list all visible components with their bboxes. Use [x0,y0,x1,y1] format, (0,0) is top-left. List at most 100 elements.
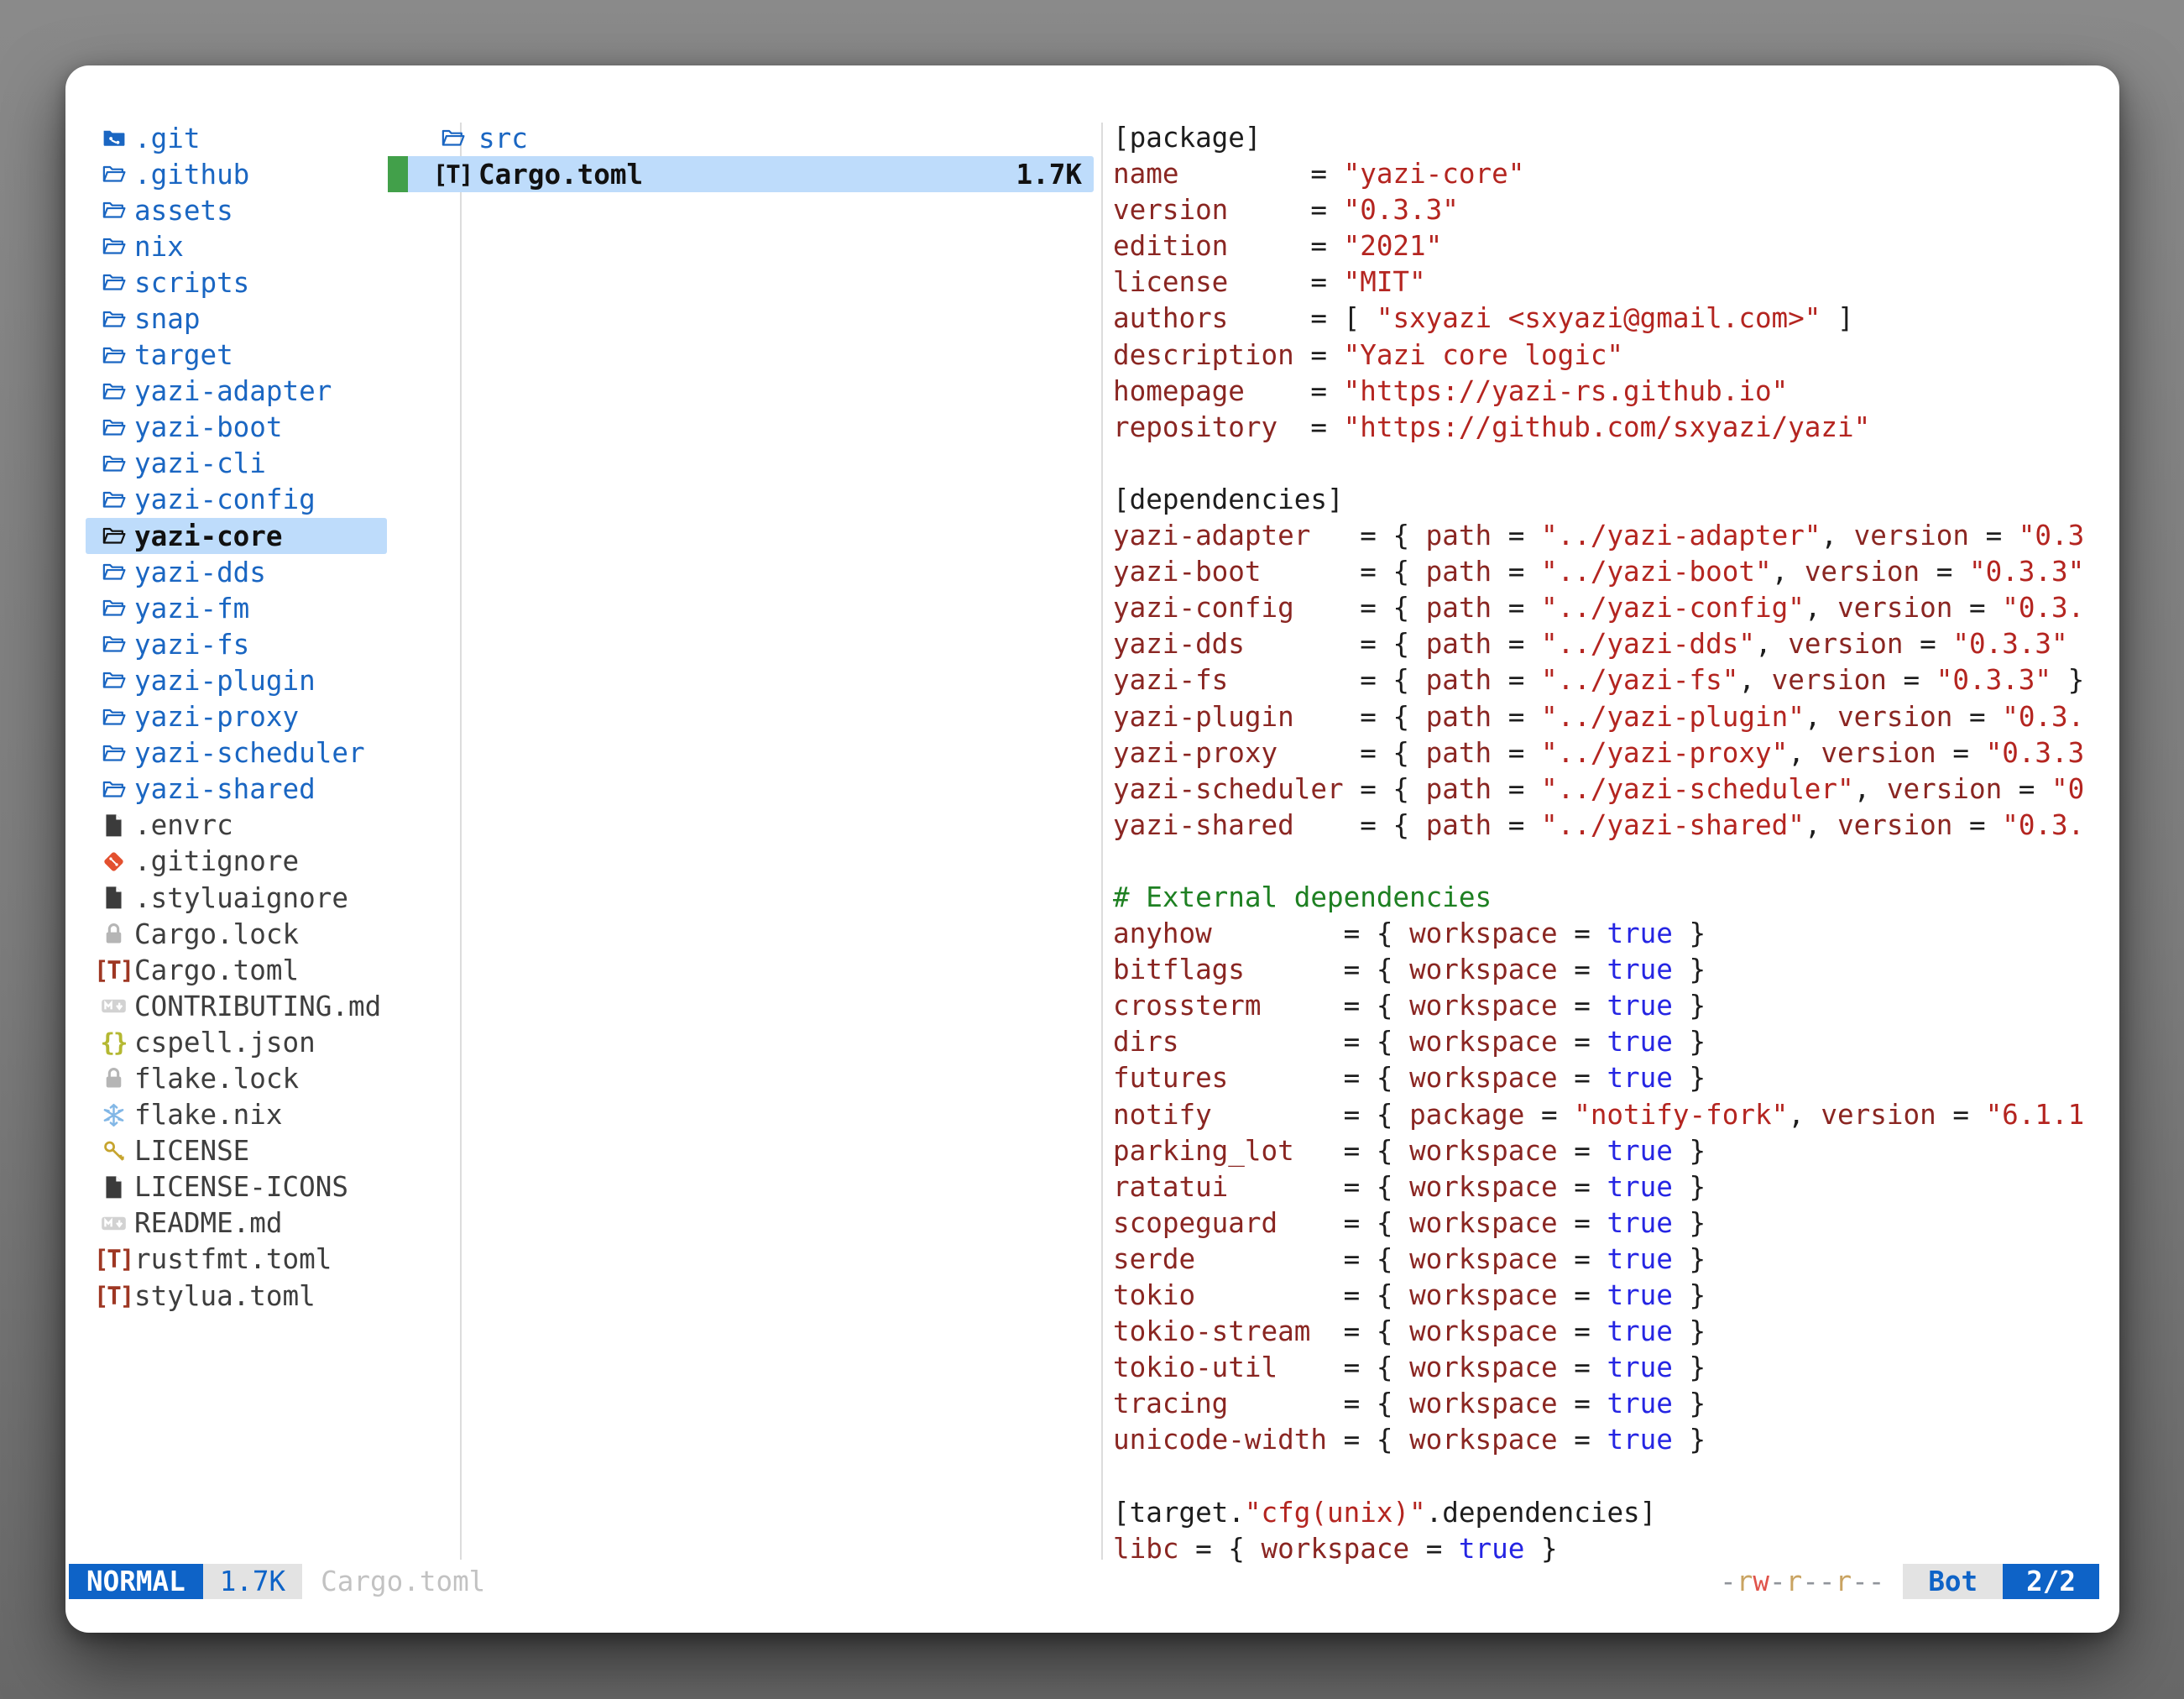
parent-item-LICENSE[interactable]: LICENSE [86,1133,387,1169]
token-b: true [1607,1315,1672,1347]
folder-open-icon [99,738,128,768]
preview-line: tokio-util = { workspace = true } [1113,1350,2108,1386]
token-p: [dependencies] [1113,484,1344,515]
parent-item-flake.nix[interactable]: flake.nix [86,1097,387,1133]
token-k: description [1113,339,1294,371]
file-label: target [134,339,233,371]
preview-line: parking_lot = { workspace = true } [1113,1133,2108,1169]
parent-item-yazi-scheduler[interactable]: yazi-scheduler [86,735,387,771]
parent-item-yazi-core[interactable]: yazi-core [86,518,387,554]
token-s: "0 [2051,773,2084,805]
json-glyph: {} [101,1028,127,1057]
token-p: , [1805,809,1837,841]
preview-line: authors = [ "sxyazi <sxyazi@gmail.com>" … [1113,301,2108,337]
token-k: version [1788,628,1903,660]
parent-item-yazi-plugin[interactable]: yazi-plugin [86,662,387,698]
parent-item-nix[interactable]: nix [86,228,387,264]
parent-item-yazi-config[interactable]: yazi-config [86,482,387,518]
token-p: = [1294,339,1344,371]
token-p: } [1673,1424,1706,1456]
token-p: = [1492,592,1541,624]
parent-item-cspell.json[interactable]: {}cspell.json [86,1024,387,1060]
parent-item-yazi-shared[interactable]: yazi-shared [86,771,387,808]
parent-item-.gitignore[interactable]: .gitignore [86,844,387,880]
parent-item-flake.lock[interactable]: flake.lock [86,1060,387,1096]
parent-item-CONTRIBUTING.md[interactable]: CONTRIBUTING.md [86,988,387,1024]
parent-item-yazi-fm[interactable]: yazi-fm [86,590,387,626]
token-b: true [1607,1351,1672,1383]
parent-item-scripts[interactable]: scripts [86,264,387,301]
token-k: workspace [1409,954,1558,985]
token-p: } [2051,664,2084,696]
token-k: homepage [1113,375,1245,407]
token-k: package [1409,1099,1524,1131]
preview-line: scopeguard = { workspace = true } [1113,1205,2108,1242]
parent-item-Cargo.toml[interactable]: [T]Cargo.toml [86,952,387,988]
file-label: README.md [134,1207,283,1239]
folder-open-icon [99,774,128,804]
current-item-Cargo.toml[interactable]: [T]Cargo.toml1.7K [388,156,1094,192]
lock-icon [99,1064,128,1094]
parent-item-.styluaignore[interactable]: .styluaignore [86,880,387,916]
parent-item-assets[interactable]: assets [86,192,387,228]
token-p: = [1558,1351,1607,1383]
token-k: version [1854,520,1969,552]
token-p: = [1228,266,1343,298]
file-label: yazi-plugin [134,665,316,697]
parent-item-target[interactable]: target [86,337,387,374]
file-size-chip: 1.7K [203,1564,302,1599]
token-k: workspace [1409,1207,1558,1239]
folder-open-icon [99,484,128,515]
folder-open-icon [99,521,128,552]
folder-git-icon [99,123,128,154]
mode-badge: NORMAL [69,1564,203,1599]
token-p: = [1558,1315,1607,1347]
perm-dash: - [1720,1566,1737,1597]
token-k: yazi-plugin [1113,701,1294,733]
token-s: "MIT" [1344,266,1426,298]
parent-item-LICENSE-ICONS[interactable]: LICENSE-ICONS [86,1169,387,1205]
markdown-icon [99,991,128,1022]
parent-item-.git[interactable]: .git [86,120,387,156]
folder-open-icon [99,268,128,298]
token-k: tracing [1113,1388,1228,1419]
parent-item-snap[interactable]: snap [86,301,387,337]
parent-item-yazi-boot[interactable]: yazi-boot [86,410,387,446]
parent-item-Cargo.lock[interactable]: Cargo.lock [86,916,387,952]
parent-item-stylua.toml[interactable]: [T]stylua.toml [86,1278,387,1314]
preview-line: [target."cfg(unix)".dependencies] [1113,1495,2108,1531]
parent-item-yazi-dds[interactable]: yazi-dds [86,554,387,590]
parent-item-.envrc[interactable]: .envrc [86,808,387,844]
preview-line [1113,1458,2108,1494]
token-s: "0.3. [2002,701,2084,733]
token-p: = [1558,1026,1607,1058]
token-k: dirs [1113,1026,1178,1058]
token-p: = { [1294,809,1426,841]
parent-item-README.md[interactable]: README.md [86,1205,387,1242]
token-s: "Yazi core logic" [1344,339,1623,371]
toml-icon: [T] [434,159,471,190]
folder-open-icon [99,448,128,478]
token-s: "../yazi-dds" [1541,628,1755,660]
token-k: crossterm [1113,990,1262,1022]
token-k: libc [1113,1533,1178,1565]
parent-item-yazi-adapter[interactable]: yazi-adapter [86,374,387,410]
current-item-src[interactable]: src [388,120,1094,156]
parent-item-rustfmt.toml[interactable]: [T]rustfmt.toml [86,1242,387,1278]
parent-item-yazi-cli[interactable]: yazi-cli [86,446,387,482]
toml-glyph: [T] [94,1282,133,1310]
parent-item-.github[interactable]: .github [86,156,387,192]
preview-line: futures = { workspace = true } [1113,1060,2108,1096]
parent-item-yazi-fs[interactable]: yazi-fs [86,626,387,662]
token-p: } [1673,954,1706,985]
preview-line: tokio = { workspace = true } [1113,1278,2108,1314]
token-p: .dependencies] [1426,1497,1657,1529]
parent-item-yazi-proxy[interactable]: yazi-proxy [86,699,387,735]
token-p: = [1558,1207,1607,1239]
token-p: = { [1262,990,1410,1022]
toml-icon: [T] [99,955,128,985]
status-right: -rw-r--r-- Bot 2/2 [1720,1564,2099,1599]
preview-line: notify = { package = "notify-fork", vers… [1113,1097,2108,1133]
token-s: "2021" [1344,230,1443,262]
preview-line: yazi-plugin = { path = "../yazi-plugin",… [1113,699,2108,735]
